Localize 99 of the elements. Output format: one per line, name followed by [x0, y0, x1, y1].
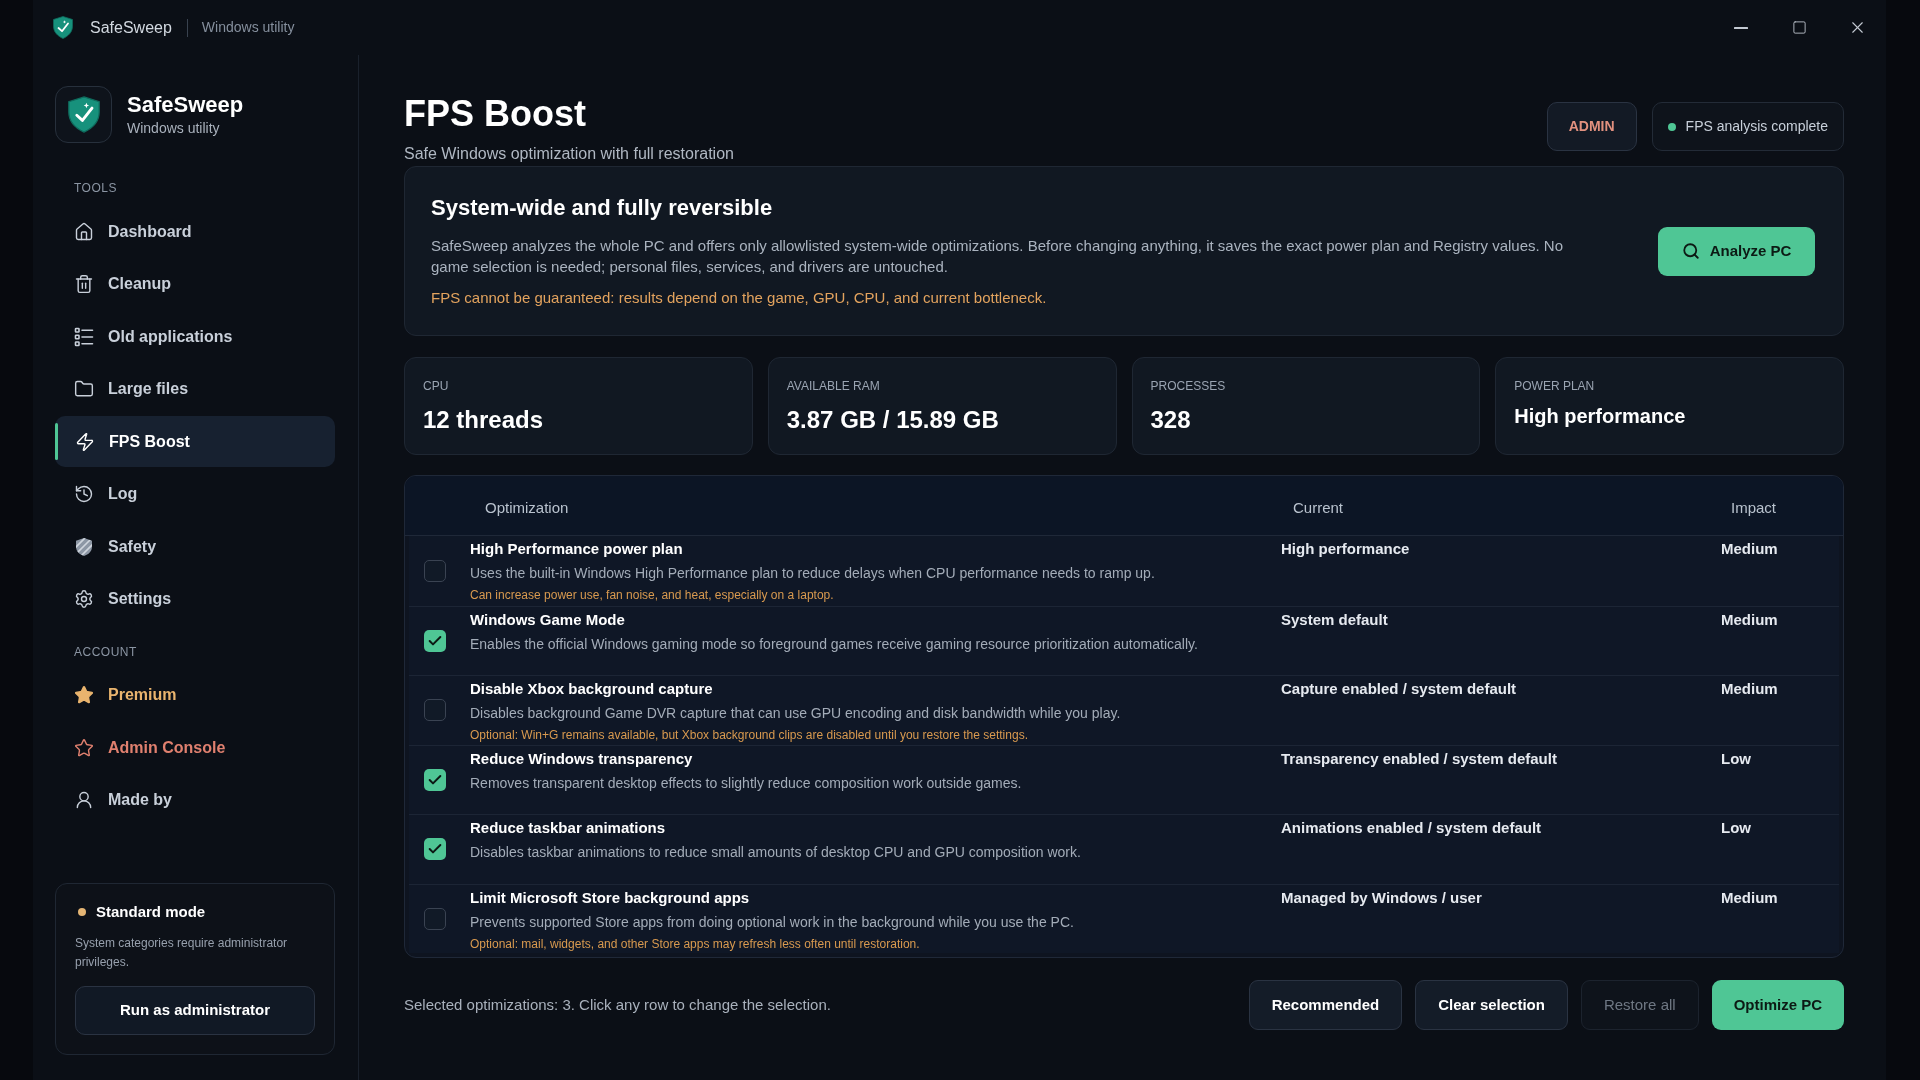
nav-item[interactable]: Safety [55, 521, 335, 572]
stat-value: 12 threads [423, 405, 545, 435]
current-value: Capture enabled / system default [1281, 680, 1518, 698]
stat-value: 3.87 GB / 15.89 GB [786, 405, 1000, 435]
optimization-description: Removes transparent desktop effects to slightly reduce composition work outside games. [470, 773, 1023, 793]
current-value: System default [1281, 610, 1389, 629]
section-label: ACCOUNT [73, 643, 138, 660]
brand-tagline: Windows utility [127, 118, 221, 138]
nav-item[interactable]: Settings [55, 573, 335, 625]
app-subtitle: Windows utility [201, 18, 295, 37]
footer-button[interactable]: Recommended [1248, 980, 1403, 1030]
optimization-row[interactable]: Windows Game Mode Enables the official Windows gaming mode so foreground games receive gaming resource prioritization automatically. System default Medium [409, 605, 1839, 675]
impact-value: Low [1721, 749, 1752, 768]
brand-name: SafeSweep [127, 91, 244, 118]
info-warning: FPS cannot be guaranteed: results depend on the game, GPU, CPU, and current bottleneck. [431, 288, 1048, 308]
nav-item[interactable]: FPS Boost [55, 416, 335, 467]
impact-value: Medium [1721, 540, 1779, 558]
history-icon [74, 484, 94, 504]
nav-item[interactable]: Old applications [55, 311, 335, 362]
checkbox[interactable] [424, 699, 446, 722]
user-icon [74, 790, 94, 810]
checkbox[interactable] [424, 629, 446, 652]
impact-value: Medium [1721, 610, 1779, 629]
current-value: Animations enabled / system default [1281, 819, 1543, 837]
current-value: Managed by Windows / user [1281, 888, 1483, 907]
optimization-description: Enables the official Windows gaming mode so foreground games receive gaming resource prioritization automatically. [470, 634, 1199, 654]
star-icon [74, 685, 94, 705]
mode-description: System categories require administrator privileges. [75, 935, 289, 971]
stat-label: POWER PLAN [1514, 378, 1596, 394]
page-subtitle: Safe Windows optimization with full restoration [404, 144, 734, 164]
stat-label: PROCESSES [1150, 378, 1227, 394]
optimization-row[interactable]: Reduce Windows transparency Removes transparent desktop effects to slightly reduce composition work outside games. Transparency enabled / system default Low [409, 744, 1839, 814]
shield-logo-icon [53, 16, 73, 39]
info-description: SafeSweep analyzes the whole PC and offers only allowlisted system-wide optimizations. Before changing anything, it saves the exact power plan and Registry values. No game selection is needed; personal files, services, and drivers are untouched. [431, 236, 1564, 277]
checkbox[interactable] [424, 559, 446, 582]
folder-icon [74, 379, 94, 399]
maximize-icon [1791, 20, 1807, 35]
page-title: FPS Boost [404, 93, 587, 135]
optimization-note: Optional: mail, widgets, and other Store apps may refresh less often until restoration. [470, 936, 921, 952]
stat-value: High performance [1514, 404, 1687, 429]
optimization-title: Disable Xbox background capture [470, 680, 714, 698]
optimization-description: Disables taskbar animations to reduce small amounts of desktop CPU and GPU composition work. [470, 843, 1082, 862]
selection-indicator [55, 423, 58, 460]
optimization-title: Windows Game Mode [470, 610, 626, 629]
optimization-description: Uses the built-in Windows High Performance plan to reduce delays when CPU performance needs to ramp up. [470, 564, 1156, 583]
search-icon [1681, 242, 1700, 260]
star-icon [74, 737, 94, 758]
column-header: Optimization [484, 497, 570, 518]
footer-button[interactable]: Optimize PC [1711, 980, 1844, 1030]
column-header: Impact [1730, 497, 1777, 518]
impact-value: Medium [1721, 888, 1779, 907]
optimization-title: Reduce Windows transparency [470, 749, 694, 768]
column-header: Current [1292, 497, 1345, 518]
optimization-title: High Performance power plan [470, 540, 684, 558]
optimization-row[interactable] [409, 675, 1839, 745]
minimize-icon [1734, 26, 1748, 29]
shield-icon [74, 536, 94, 557]
status-text: FPS analysis complete [1685, 117, 1828, 136]
nav-item[interactable]: Log [55, 468, 335, 520]
list-icon [74, 326, 94, 347]
stat-label: AVAILABLE RAM [786, 378, 881, 394]
nav-item[interactable]: Large files [55, 363, 335, 415]
checkbox[interactable] [424, 838, 446, 861]
impact-value: Low [1721, 819, 1752, 837]
info-title: System-wide and fully reversible [431, 194, 774, 222]
trash-icon [74, 274, 94, 294]
mode-title: Standard mode [96, 902, 206, 922]
run-as-admin-button[interactable]: Run as administrator [75, 986, 315, 1035]
checkbox[interactable] [424, 768, 446, 791]
current-value: Transparency enabled / system default [1281, 749, 1558, 768]
optimization-description: Prevents supported Store apps from doing optional work in the background while you use the PC. [470, 912, 1075, 932]
role-badge: ADMIN [1546, 102, 1637, 151]
impact-value: Medium [1721, 680, 1779, 698]
current-value: High performance [1281, 540, 1411, 558]
home-icon [74, 221, 94, 242]
nav-item[interactable]: Cleanup [55, 258, 335, 310]
app-title: SafeSweep [90, 17, 172, 38]
nav-item[interactable]: Premium [55, 669, 335, 721]
optimization-description: Disables background Game DVR capture that can use GPU encoding and disk bandwidth while you play. [470, 704, 1122, 723]
optimization-row[interactable]: Reduce taskbar animations Disables taskbar animations to reduce small amounts of desktop CPU and GPU composition work. Animations enabled / system default Low [409, 814, 1839, 884]
optimization-title: Limit Microsoft Store background apps [470, 888, 751, 907]
checkbox[interactable] [424, 907, 446, 930]
selection-summary: Selected optimizations: 3. Click any row to change the selection. [404, 994, 831, 1015]
stat-label: CPU [423, 378, 450, 394]
nav-item[interactable]: Dashboard [55, 206, 335, 257]
nav-item[interactable]: Made by [55, 774, 335, 826]
footer-button[interactable]: Clear selection [1415, 980, 1568, 1030]
optimization-row[interactable] [409, 883, 1839, 953]
analyze-pc-button[interactable]: Analyze PC [1658, 226, 1815, 276]
nav-item[interactable]: Admin Console [55, 722, 335, 773]
settings-icon [74, 589, 94, 609]
stat-value: 328 [1150, 405, 1192, 435]
shield-logo-icon [55, 86, 112, 143]
section-label: TOOLS [73, 180, 118, 196]
lightning-icon [75, 431, 95, 452]
optimization-note: Can increase power use, fan noise, and heat, especially on a laptop. [470, 588, 835, 603]
optimization-note: Optional: Win+G remains available, but Xbox background clips are disabled until you restore the settings. [470, 728, 1029, 743]
optimization-title: Reduce taskbar animations [470, 819, 667, 837]
optimization-row[interactable] [409, 536, 1839, 606]
